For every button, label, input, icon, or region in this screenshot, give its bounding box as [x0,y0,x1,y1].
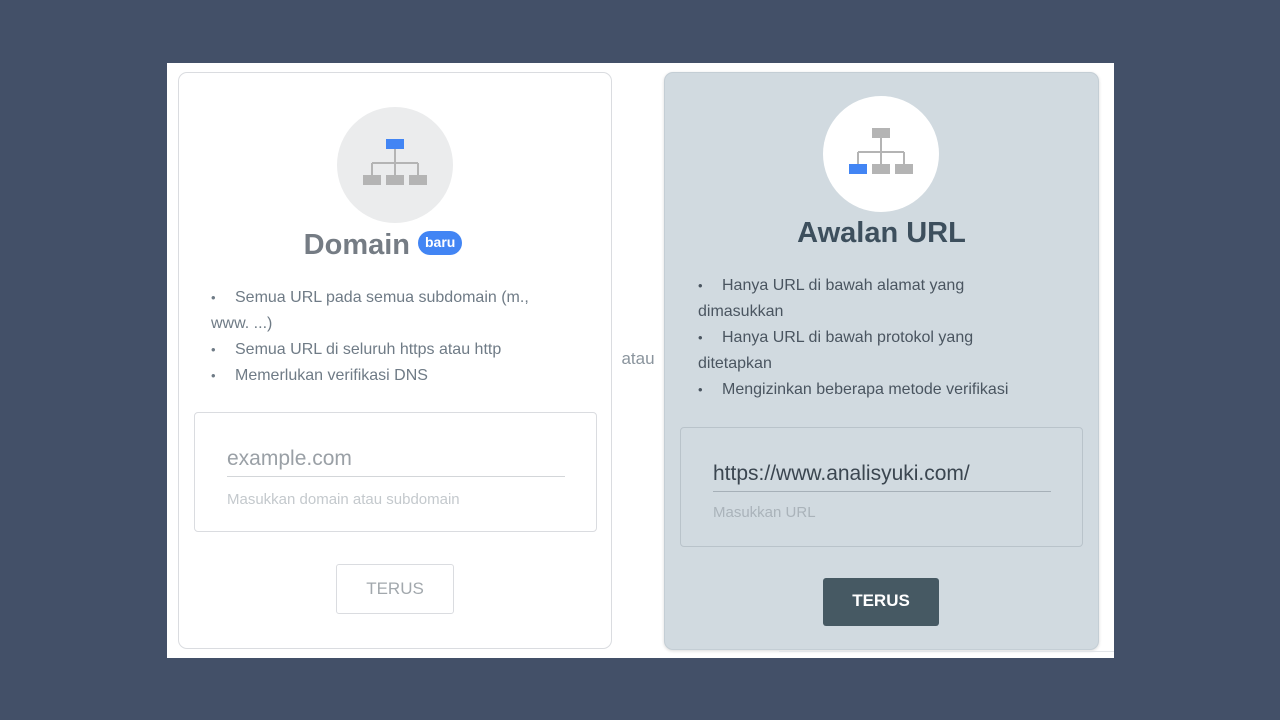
url-icon-circle [823,96,939,212]
or-separator: atau [621,349,655,368]
domain-continue-button[interactable]: TERUS [336,564,454,614]
domain-title-row: Domain baru [179,229,611,262]
new-badge: baru [418,231,463,256]
domain-feature-item: Semua URL di seluruh https atau http [211,337,561,363]
panel-divider [779,651,1114,652]
domain-helper-text: Masukkan domain atau subdomain [227,491,460,508]
sitemap-icon [849,128,913,174]
domain-field-box: Masukkan domain atau subdomain [194,412,597,532]
url-helper-text: Masukkan URL [713,504,816,521]
url-prefix-title: Awalan URL [797,217,966,249]
url-feature-item: Hanya URL di bawah alamat yang dimasukka… [698,273,1048,325]
domain-icon-circle [337,107,453,223]
url-prefix-card[interactable]: Awalan URL Hanya URL di bawah alamat yan… [664,72,1099,650]
sitemap-icon [363,139,427,185]
domain-input[interactable] [227,447,565,477]
url-feature-item: Hanya URL di bawah protokol yang ditetap… [698,325,1048,377]
domain-feature-item: Memerlukan verifikasi DNS [211,363,561,389]
domain-feature-item: Semua URL pada semua subdomain (m., www.… [211,285,561,337]
url-feature-item: Mengizinkan beberapa metode verifikasi [698,377,1048,403]
domain-title: Domain [303,229,410,261]
property-type-panel: Domain baru Semua URL pada semua subdomai… [167,63,1114,658]
domain-card[interactable]: Domain baru Semua URL pada semua subdomai… [178,72,612,649]
url-feature-list: Hanya URL di bawah alamat yang dimasukka… [698,273,1048,403]
url-field-box: Masukkan URL [680,427,1083,547]
url-continue-button[interactable]: TERUS [823,578,939,626]
domain-feature-list: Semua URL pada semua subdomain (m., www.… [211,285,561,389]
url-input[interactable] [713,462,1051,492]
